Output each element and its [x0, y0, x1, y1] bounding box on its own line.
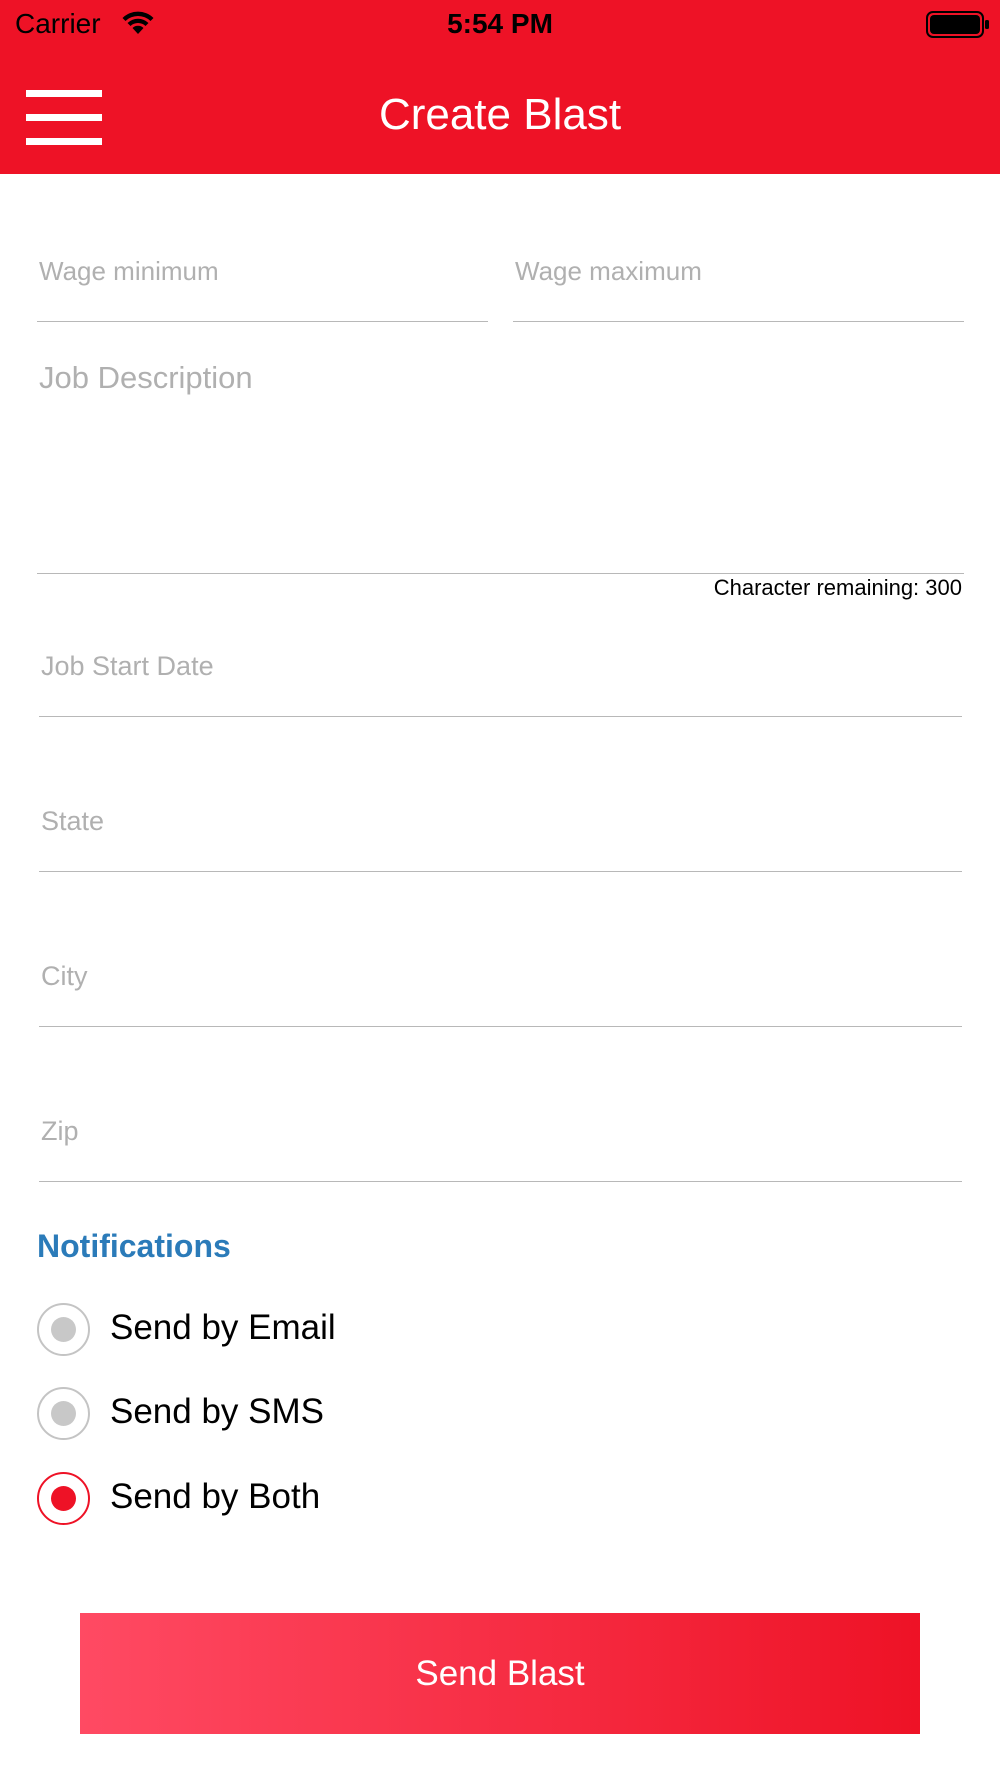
radio-button-icon[interactable]: [37, 1387, 90, 1440]
page-title: Create Blast: [378, 90, 622, 139]
radio-label-sms: Send by SMS: [110, 1392, 324, 1431]
wage-maximum-placeholder: Wage maximum: [515, 256, 702, 286]
radio-send-by-both[interactable]: Send by Both: [37, 1472, 537, 1526]
wage-minimum-placeholder: Wage minimum: [39, 256, 219, 286]
radio-button-icon[interactable]: [37, 1303, 90, 1356]
radio-button-icon[interactable]: [37, 1472, 90, 1525]
nav-bar: Create Blast: [0, 50, 1000, 174]
status-time: 5:54 PM: [447, 8, 553, 39]
radio-label-both: Send by Both: [110, 1477, 321, 1516]
zip-input[interactable]: Zip: [39, 1105, 962, 1182]
character-remaining-label: Character remaining: 300: [713, 575, 962, 600]
radio-send-by-sms[interactable]: Send by SMS: [37, 1387, 537, 1441]
radio-send-by-email[interactable]: Send by Email: [37, 1303, 537, 1357]
job-description-textarea[interactable]: Job Description: [37, 352, 964, 574]
state-input[interactable]: State: [39, 795, 962, 872]
notifications-heading: Notifications: [37, 1228, 231, 1264]
header: Carrier 5:54 PM Create Blast: [0, 0, 1000, 174]
job-description-placeholder: Job Description: [39, 360, 253, 395]
send-blast-button[interactable]: Send Blast: [80, 1613, 920, 1734]
city-placeholder: City: [41, 961, 88, 991]
radio-label-email: Send by Email: [110, 1308, 336, 1347]
status-bar: Carrier 5:54 PM: [0, 0, 1000, 50]
wage-minimum-input[interactable]: Wage minimum: [37, 240, 488, 322]
state-placeholder: State: [41, 806, 105, 836]
zip-placeholder: Zip: [41, 1116, 79, 1146]
create-blast-screen: Carrier 5:54 PM Create Blast Wage minimu…: [0, 0, 1000, 1778]
job-start-date-placeholder: Job Start Date: [41, 651, 214, 681]
job-start-date-input[interactable]: Job Start Date: [39, 640, 962, 717]
wage-maximum-input[interactable]: Wage maximum: [513, 240, 964, 322]
battery-icon: [926, 11, 989, 38]
city-input[interactable]: City: [39, 950, 962, 1027]
